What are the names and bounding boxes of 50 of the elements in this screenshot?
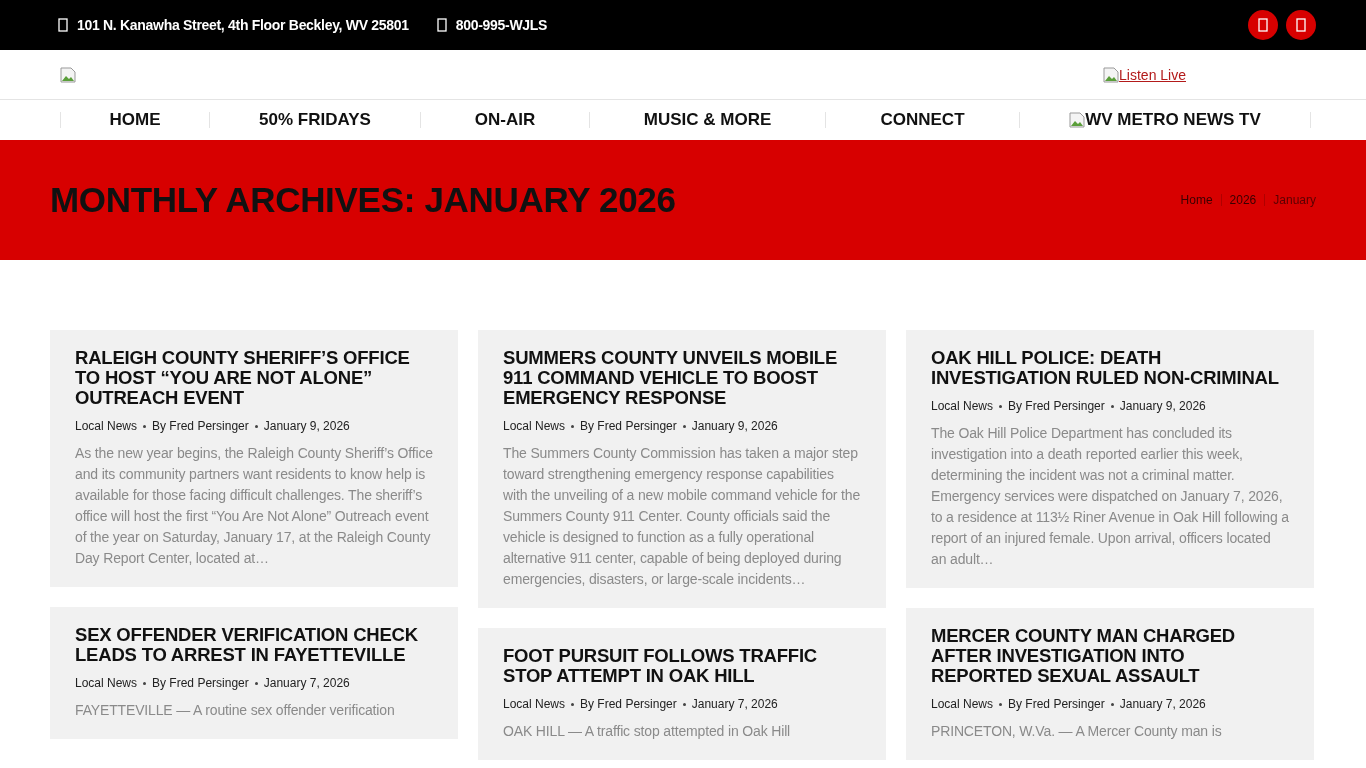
page-title: MONTHLY ARCHIVES: JANUARY 2026 bbox=[50, 180, 677, 220]
listen-live-link[interactable]: Listen Live bbox=[1103, 66, 1186, 83]
nav-link[interactable]: WV METRO NEWS TV bbox=[1019, 112, 1311, 128]
date-link[interactable]: January 7, 2026 bbox=[691, 697, 778, 711]
post-title[interactable]: SUMMERS COUNTY UNVEILS MOBILE 911 COMMAND VEHICLE TO BOOST EMERGENCY RESPONSE bbox=[503, 348, 861, 408]
post-excerpt: PRINCETON, W.Va. — A Mercer County man is bbox=[931, 722, 1223, 741]
date-link[interactable]: January 9, 2026 bbox=[691, 419, 778, 433]
broken-image-icon bbox=[60, 66, 76, 83]
location-icon bbox=[58, 18, 68, 32]
post-excerpt: OAK HILL — A traffic stop attempted in Oak Hill bbox=[503, 722, 792, 741]
author-link[interactable]: By Fred Persinger bbox=[580, 419, 677, 433]
author-link[interactable]: By Fred Persinger bbox=[152, 419, 249, 433]
date-link[interactable]: January 7, 2026 bbox=[1119, 697, 1206, 711]
category-link[interactable]: Local News bbox=[931, 697, 994, 711]
category-link[interactable]: Local News bbox=[75, 676, 138, 690]
author-link[interactable]: By Fred Persinger bbox=[1008, 399, 1105, 413]
social-button[interactable] bbox=[1248, 10, 1278, 40]
nav-link[interactable]: HOME bbox=[60, 112, 209, 128]
category-link[interactable]: Local News bbox=[503, 419, 566, 433]
phone-icon bbox=[436, 18, 447, 32]
post-excerpt: The Oak Hill Police Department has concluded its investigation into a death reported earlier this week, determining the incident was not a criminal matter. Emergency services were dispatched on January 7, 2026, to a residence at 113½ Riner Avenue in Oak Hill following a report of an injured female. Upon arrival, officers located an adult… bbox=[931, 424, 1289, 569]
social-button[interactable] bbox=[1286, 10, 1316, 40]
post-excerpt: The Summers County Commission has taken a major step toward strengthening emergency response capabilities with the unveiling of a new mobile command vehicle for the Summers County 911 Center. County officials said the vehicle is designed to function as a fully operational alternative 911 center, capable of being deployed during emergencies, disasters, or large-scale incidents… bbox=[503, 444, 861, 589]
nav-link[interactable]: MUSIC & MORE bbox=[589, 112, 825, 128]
author-link[interactable]: By Fred Persinger bbox=[152, 676, 249, 690]
post-title[interactable]: MERCER COUNTY MAN CHARGED AFTER INVESTIGATION INTO REPORTED SEXUAL ASSAULT bbox=[931, 626, 1289, 686]
glyph-icon bbox=[1296, 18, 1306, 32]
date-link[interactable]: January 7, 2026 bbox=[263, 676, 350, 690]
post-excerpt: FAYETTEVILLE — A routine sex offender verification bbox=[75, 701, 396, 720]
broken-image-icon bbox=[1103, 66, 1120, 83]
nav-link[interactable]: 50% FRIDAYS bbox=[209, 112, 420, 128]
post-title[interactable]: SEX OFFENDER VERIFICATION CHECK LEADS TO ARREST IN FAYETTEVILLE bbox=[75, 625, 433, 665]
address-text: 101 N. Kanawha Street, 4th Floor Beckley, WV 25801 bbox=[77, 17, 409, 33]
post-title[interactable]: FOOT PURSUIT FOLLOWS TRAFFIC STOP ATTEMPT IN OAK HILL bbox=[503, 646, 861, 686]
category-link[interactable]: Local News bbox=[75, 419, 138, 433]
date-link[interactable]: January 9, 2026 bbox=[263, 419, 350, 433]
breadcrumb-current: January bbox=[1273, 193, 1316, 207]
author-link[interactable]: By Fred Persinger bbox=[580, 697, 677, 711]
nav-link[interactable]: CONNECT bbox=[825, 112, 1019, 128]
post-title[interactable]: OAK HILL POLICE: DEATH INVESTIGATION RULED NON-CRIMINAL bbox=[931, 348, 1289, 388]
post-title[interactable]: RALEIGH COUNTY SHERIFF’S OFFICE TO HOST “YOU ARE NOT ALONE” OUTREACH EVENT bbox=[75, 348, 433, 408]
category-link[interactable]: Local News bbox=[931, 399, 994, 413]
category-link[interactable]: Local News bbox=[503, 697, 566, 711]
broken-image-icon bbox=[1069, 112, 1086, 128]
glyph-icon bbox=[1258, 18, 1268, 32]
author-link[interactable]: By Fred Persinger bbox=[1008, 697, 1105, 711]
phone-text: 800-995-WJLS bbox=[455, 17, 548, 33]
date-link[interactable]: January 9, 2026 bbox=[1119, 399, 1206, 413]
post-excerpt: As the new year begins, the Raleigh County Sheriff’s Office and its community partners want residents to know help is available for those facing difficult challenges. The sheriff’s office will host the first “You Are Not Alone” Outreach event of the year on Saturday, January 17, at the Raleigh County Day Report Center, located at… bbox=[75, 444, 433, 568]
nav-link[interactable]: ON-AIR bbox=[420, 112, 589, 128]
